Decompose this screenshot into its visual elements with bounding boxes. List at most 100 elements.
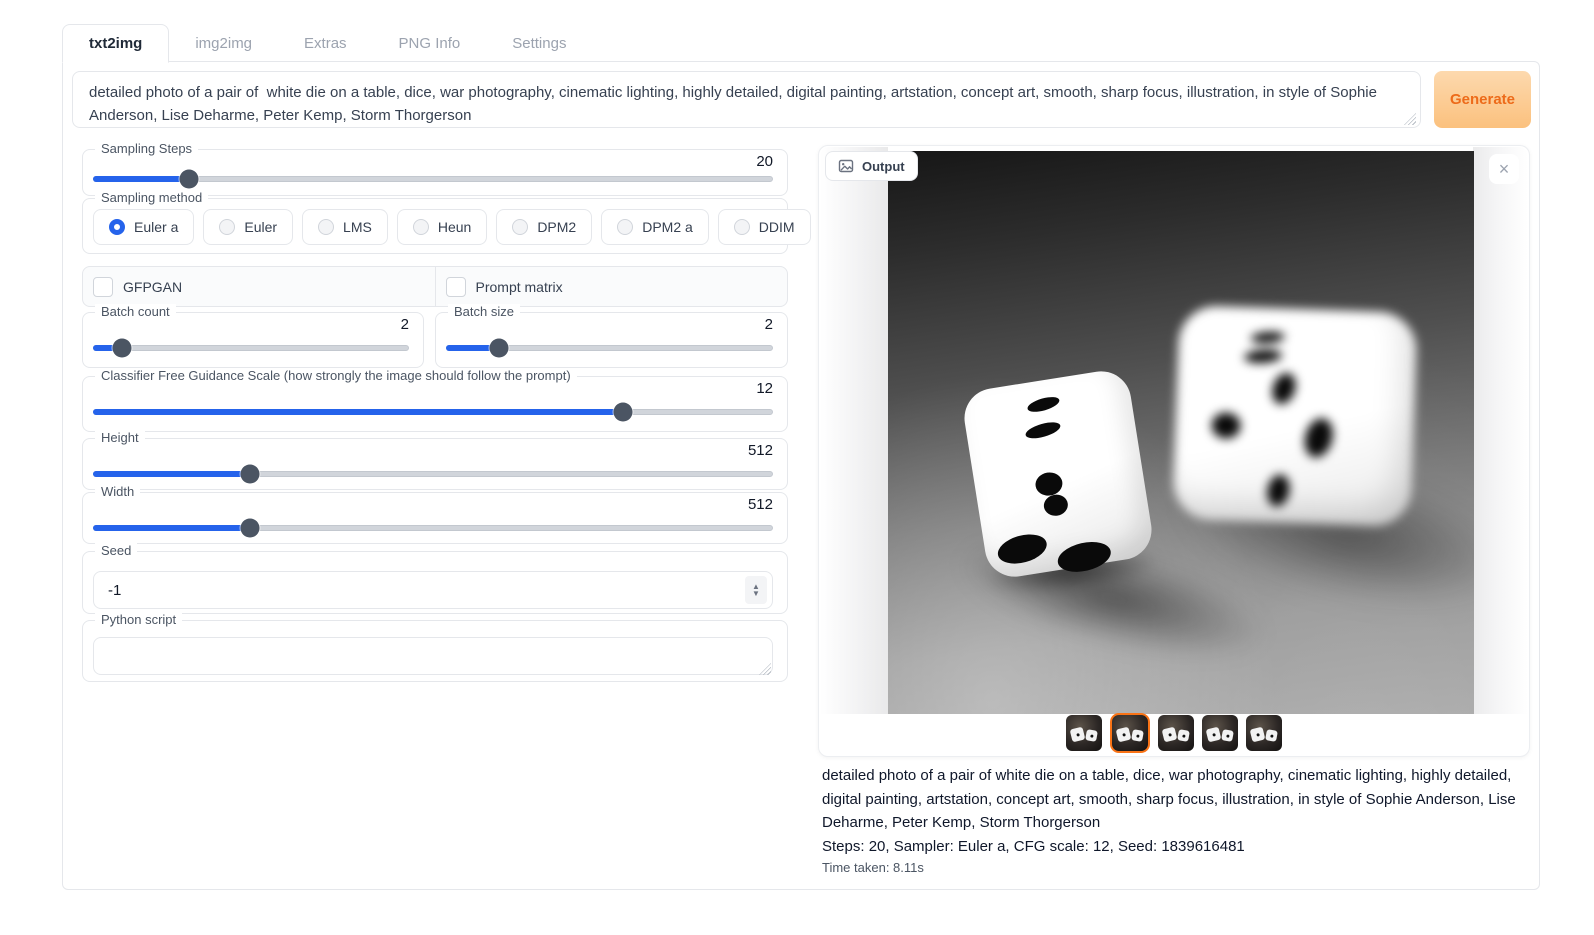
sampling-steps-slider[interactable] — [93, 176, 773, 182]
output-header: Output — [825, 151, 918, 181]
python-script-group: Python script — [82, 620, 788, 682]
sampling-steps-slider-handle[interactable] — [179, 170, 198, 189]
width-slider-handle[interactable] — [240, 519, 259, 538]
output-thumbnail-4[interactable] — [1202, 715, 1238, 751]
width-label: Width — [95, 484, 140, 499]
radio-option-euler[interactable]: Euler — [203, 209, 293, 245]
cfg-scale-slider[interactable] — [93, 409, 773, 415]
seed-label: Seed — [95, 543, 137, 558]
radio-unselected-icon — [617, 219, 633, 235]
die-left — [960, 367, 1156, 581]
output-image[interactable] — [888, 151, 1474, 714]
radio-option-lms[interactable]: LMS — [302, 209, 388, 245]
thumbnail-die — [1206, 727, 1222, 743]
stepper-down-icon[interactable]: ▼ — [752, 590, 760, 597]
die-right — [1172, 305, 1417, 527]
thumbnail-die — [1131, 729, 1144, 742]
seed-stepper[interactable]: ▲ ▼ — [745, 576, 767, 604]
output-label: Output — [862, 159, 905, 174]
thumbnail-die — [1070, 727, 1086, 743]
output-time-taken: Time taken: 8.11s — [822, 860, 1522, 875]
output-thumbnail-5[interactable] — [1246, 715, 1282, 751]
app-root: txt2imgimg2imgExtrasPNG InfoSettings det… — [0, 0, 1594, 935]
sampling-steps-label: Sampling Steps — [95, 141, 198, 156]
output-thumbnail-gallery — [819, 711, 1529, 755]
output-caption-block: detailed photo of a pair of white die on… — [822, 764, 1522, 875]
generate-button[interactable]: Generate — [1434, 71, 1531, 128]
gfpgan-checkbox[interactable] — [93, 277, 113, 297]
python-script-label: Python script — [95, 612, 182, 627]
thumbnail-die — [1221, 729, 1234, 742]
prompt-input[interactable]: detailed photo of a pair of white die on… — [72, 71, 1421, 128]
radio-unselected-icon — [219, 219, 235, 235]
batch-size-label: Batch size — [448, 304, 520, 319]
output-panel: Output × — [818, 145, 1530, 757]
radio-unselected-icon — [512, 219, 528, 235]
cfg-scale-label: Classifier Free Guidance Scale (how stro… — [95, 368, 577, 383]
cfg-scale-value: 12 — [756, 380, 773, 397]
batch-size-slider[interactable] — [446, 345, 773, 351]
batch-size-slider-handle[interactable] — [490, 339, 509, 358]
height-slider-handle[interactable] — [240, 465, 259, 484]
output-thumbnail-1[interactable] — [1066, 715, 1102, 751]
radio-option-label: DPM2 a — [642, 219, 693, 235]
width-slider[interactable] — [93, 525, 773, 531]
gfpgan-option[interactable]: GFPGAN — [83, 267, 435, 306]
sampling-method-group: Sampling method Euler aEulerLMSHeunDPM2D… — [82, 198, 788, 254]
radio-option-label: DPM2 — [537, 219, 576, 235]
sampling-steps-group: Sampling Steps 20 — [82, 149, 788, 196]
radio-unselected-icon — [734, 219, 750, 235]
image-icon — [838, 158, 854, 174]
batch-count-value: 2 — [401, 316, 409, 333]
thumbnail-die — [1116, 727, 1132, 743]
radio-unselected-icon — [413, 219, 429, 235]
prompt-matrix-checkbox[interactable] — [446, 277, 466, 297]
thumbnail-die — [1250, 727, 1266, 743]
height-label: Height — [95, 430, 145, 445]
python-script-input[interactable] — [93, 637, 773, 675]
radio-option-label: Euler a — [134, 219, 178, 235]
batch-count-slider-handle[interactable] — [113, 339, 132, 358]
radio-option-dpm2[interactable]: DPM2 — [496, 209, 592, 245]
prompt-matrix-label: Prompt matrix — [476, 279, 563, 295]
cfg-scale-slider-handle[interactable] — [613, 403, 632, 422]
output-prompt-text: detailed photo of a pair of white die on… — [822, 764, 1522, 835]
radio-selected-icon — [109, 219, 125, 235]
gfpgan-label: GFPGAN — [123, 279, 182, 295]
batch-count-slider[interactable] — [93, 345, 409, 351]
options-panel: GFPGAN Prompt matrix — [82, 266, 788, 307]
radio-option-label: DDIM — [759, 219, 795, 235]
thumbnail-die — [1085, 729, 1098, 742]
width-value: 512 — [748, 496, 773, 513]
cfg-scale-group: Classifier Free Guidance Scale (how stro… — [82, 376, 788, 432]
sampling-steps-value: 20 — [756, 153, 773, 170]
radio-unselected-icon — [318, 219, 334, 235]
radio-option-label: LMS — [343, 219, 372, 235]
height-value: 512 — [748, 442, 773, 459]
radio-option-euler-a[interactable]: Euler a — [93, 209, 194, 245]
tab-png-info[interactable]: PNG Info — [373, 24, 487, 62]
output-thumbnail-3[interactable] — [1158, 715, 1194, 751]
tab-settings[interactable]: Settings — [486, 24, 592, 62]
output-thumbnail-2-selected[interactable] — [1110, 713, 1150, 753]
seed-input[interactable] — [93, 571, 773, 609]
radio-option-heun[interactable]: Heun — [397, 209, 487, 245]
tab-txt2img[interactable]: txt2img — [62, 24, 169, 63]
height-slider[interactable] — [93, 471, 773, 477]
batch-count-label: Batch count — [95, 304, 176, 319]
radio-option-ddim[interactable]: DDIM — [718, 209, 811, 245]
prompt-matrix-option[interactable]: Prompt matrix — [435, 267, 788, 306]
close-output-button[interactable]: × — [1489, 154, 1519, 184]
output-left-gutter — [820, 147, 888, 714]
batch-size-group: Batch size 2 — [435, 312, 788, 368]
radio-option-label: Heun — [438, 219, 471, 235]
tab-bar: txt2imgimg2imgExtrasPNG InfoSettings — [62, 24, 592, 62]
batch-count-group: Batch count 2 — [82, 312, 424, 368]
tab-img2img[interactable]: img2img — [169, 24, 278, 62]
tab-extras[interactable]: Extras — [278, 24, 373, 62]
radio-option-dpm2-a[interactable]: DPM2 a — [601, 209, 709, 245]
batch-size-value: 2 — [765, 316, 773, 333]
sampling-method-label: Sampling method — [95, 190, 208, 205]
output-right-gutter — [1473, 147, 1528, 714]
output-generation-params: Steps: 20, Sampler: Euler a, CFG scale: … — [822, 835, 1522, 859]
